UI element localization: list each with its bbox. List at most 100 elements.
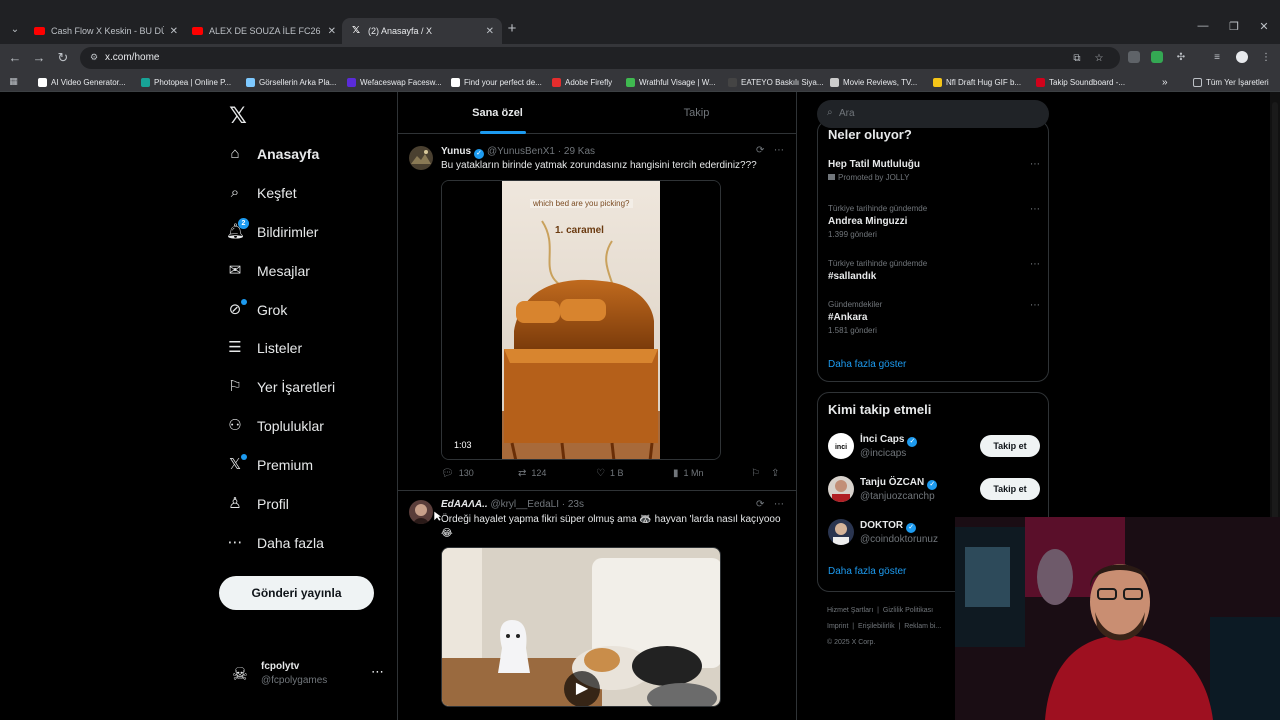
- bookmark-item[interactable]: Takip Soundboard -...: [1036, 75, 1125, 89]
- extensions-icon[interactable]: ✣: [1174, 51, 1188, 65]
- views-button[interactable]: ▮ 1 Mn: [673, 468, 704, 479]
- suggested-account[interactable]: Tanju ÖZCAN ✓ @tanjuozcanchp Takip et: [828, 476, 1040, 506]
- nav-item-communities[interactable]: ⚇ Topluluklar: [226, 411, 324, 441]
- back-icon[interactable]: ←: [6, 49, 24, 67]
- bookmark-item[interactable]: Görsellerin Arka Pla...: [246, 75, 336, 89]
- maximize-icon[interactable]: ❐: [1224, 20, 1244, 33]
- browser-tab-active[interactable]: 𝕏 (2) Anasayfa / X ✕: [342, 18, 502, 44]
- footer-link[interactable]: Hizmet Şartları: [827, 607, 873, 614]
- bookmark-button[interactable]: ⚐: [751, 468, 765, 479]
- tab-for-you[interactable]: Sana özel: [398, 92, 597, 134]
- trend-context: Türkiye tarihinde gündemde: [828, 259, 928, 268]
- nav-item-bookmarks[interactable]: ⚐ Yer İşaretleri: [226, 372, 335, 402]
- all-bookmarks-folder[interactable]: Tüm Yer İşaretleri: [1193, 75, 1269, 89]
- show-more-link[interactable]: Daha fazla göster: [828, 359, 906, 370]
- tweet[interactable]: EdAAɅA.. @kryl__EedaLI · 23s ⟳ ⋯ Ördeği …: [398, 492, 796, 720]
- menu-dots-icon[interactable]: ⋮: [1259, 51, 1273, 65]
- bookmark-item[interactable]: Photopea | Online P...: [141, 75, 231, 89]
- bookmark-item[interactable]: Find your perfect de...: [451, 75, 542, 89]
- suggested-account[interactable]: inci İnci Caps ✓ @incicaps Takip et: [828, 433, 1040, 463]
- nav-item-premium[interactable]: 𝕏 Premium: [226, 450, 313, 480]
- footer-link[interactable]: Gizlilik Politikası: [883, 607, 933, 614]
- reply-button[interactable]: 💬︎ 130: [441, 468, 474, 479]
- close-icon[interactable]: ✕: [486, 26, 494, 37]
- grok-analyze-icon[interactable]: ⟳: [756, 145, 764, 156]
- media-control-icon[interactable]: ≡: [1210, 51, 1224, 65]
- new-tab-icon[interactable]: +: [504, 21, 520, 37]
- browser-tab[interactable]: Cash Flow X Keskin - BU DÜZEN ✕: [26, 18, 186, 44]
- more-dots-icon[interactable]: ⋯: [774, 145, 784, 156]
- profile-avatar-icon[interactable]: [1236, 51, 1248, 63]
- avatar[interactable]: [409, 146, 433, 170]
- bookmark-item[interactable]: Wrathful Visage | W...: [626, 75, 715, 89]
- avatar[interactable]: [409, 500, 433, 524]
- green-extension-icon[interactable]: [1151, 51, 1163, 63]
- author-handle[interactable]: @YunusBenX1: [487, 146, 555, 157]
- bookmark-item[interactable]: AI Video Generator...: [38, 75, 126, 89]
- tab-following[interactable]: Takip: [597, 92, 796, 134]
- nav-item-messages[interactable]: ✉ Mesajlar: [226, 256, 310, 286]
- url-text[interactable]: x.com/home: [105, 52, 159, 63]
- more-dots-icon[interactable]: ⋯: [1030, 259, 1040, 270]
- nav-item-profile[interactable]: ♙ Profil: [226, 489, 289, 519]
- bookmark-item[interactable]: Nfl Draft Hug GIF b...: [933, 75, 1021, 89]
- forward-icon[interactable]: →: [30, 49, 48, 67]
- close-window-icon[interactable]: ✕: [1254, 20, 1274, 33]
- tab-search-icon[interactable]: ⌄: [6, 21, 24, 39]
- bookmark-item[interactable]: Adobe Firefly: [552, 75, 612, 89]
- star-icon[interactable]: ☆: [1092, 52, 1106, 66]
- more-dots-icon[interactable]: ⋯: [1030, 300, 1040, 311]
- more-dots-icon[interactable]: ⋯: [371, 664, 384, 680]
- search-input[interactable]: ⌕ Ara: [817, 100, 1049, 128]
- repost-button[interactable]: ⇄ 124: [518, 468, 546, 479]
- follow-button[interactable]: Takip et: [980, 435, 1040, 457]
- browser-tab[interactable]: ALEX DE SOUZA İLE FC26 KART ✕: [184, 18, 344, 44]
- more-dots-icon[interactable]: ⋯: [1030, 204, 1040, 215]
- tweet[interactable]: Yunus ✓ @YunusBenX1 · 29 Kas ⟳ ⋯ Bu yatakl…: [398, 134, 796, 491]
- nav-item-grok[interactable]: ⊘ Grok: [226, 295, 287, 325]
- nav-item-more[interactable]: ⋯ Daha fazla: [226, 528, 324, 558]
- more-dots-icon[interactable]: ⋯: [774, 499, 784, 510]
- footer-link[interactable]: Reklam bi...: [904, 623, 941, 630]
- minimize-icon[interactable]: —: [1193, 20, 1213, 32]
- account-switcher[interactable]: ☠ fcpolytv @fcpolygames ⋯: [228, 657, 388, 691]
- close-icon[interactable]: ✕: [170, 26, 178, 37]
- footer-link[interactable]: Erişilebilirlik: [858, 623, 895, 630]
- share-button[interactable]: ⇪: [771, 468, 784, 479]
- more-dots-icon[interactable]: ⋯: [1030, 159, 1040, 170]
- bookmark-item[interactable]: EATEYO Baskılı Siya...: [728, 75, 824, 89]
- bookmark-item[interactable]: Wefaceswap Facesw...: [347, 75, 442, 89]
- shield-extension-icon[interactable]: [1128, 51, 1140, 63]
- nav-item-notifications[interactable]: 🔔︎ 2 Bildirimler: [226, 217, 318, 247]
- show-more-link[interactable]: Daha fazla göster: [828, 566, 906, 577]
- tweet-time[interactable]: 29 Kas: [564, 146, 595, 157]
- apps-grid-icon[interactable]: ▦: [8, 76, 19, 87]
- author-name[interactable]: Yunus: [441, 146, 471, 157]
- author-name[interactable]: EdAAɅA..: [441, 499, 488, 510]
- tweet-video[interactable]: which bed are you picking? 1. caramel 1:…: [441, 180, 721, 460]
- grok-analyze-icon[interactable]: ⟳: [756, 499, 764, 510]
- address-bar[interactable]: ⚙ x.com/home ⧉ ☆: [80, 47, 1120, 69]
- nav-item-home[interactable]: ⌂ Anasayfa: [226, 139, 319, 169]
- tweet-time[interactable]: 23s: [568, 499, 584, 510]
- bookmarks-overflow-icon[interactable]: »: [1162, 75, 1168, 89]
- close-icon[interactable]: ✕: [328, 26, 336, 37]
- reload-icon[interactable]: ↻: [54, 49, 72, 67]
- trend-item[interactable]: Türkiye tarihinde gündemde #sallandık ⋯: [828, 259, 1040, 282]
- post-button[interactable]: Gönderi yayınla: [219, 576, 374, 610]
- author-handle[interactable]: @kryl__EedaLI: [490, 499, 559, 510]
- trend-item[interactable]: Türkiye tarihinde gündemde Andrea Minguz…: [828, 204, 1040, 239]
- footer-link[interactable]: Imprint: [827, 623, 848, 630]
- x-logo-icon[interactable]: 𝕏: [226, 104, 250, 128]
- tweet-video[interactable]: ▶: [441, 547, 721, 707]
- like-button[interactable]: ♡ 1 B: [596, 468, 623, 479]
- follow-button[interactable]: Takip et: [980, 478, 1040, 500]
- trend-item[interactable]: Hep Tatil Mutluluğu Promoted by JOLLY ⋯: [828, 159, 1040, 182]
- play-icon[interactable]: ▶: [564, 671, 600, 706]
- nav-item-explore[interactable]: ⌕ Keşfet: [226, 178, 297, 208]
- nav-item-lists[interactable]: ☰ Listeler: [226, 333, 302, 363]
- trend-item[interactable]: Gündemdekiler #Ankara 1.581 gönderi ⋯: [828, 300, 1040, 335]
- install-app-icon[interactable]: ⧉: [1070, 52, 1084, 66]
- site-info-icon[interactable]: ⚙: [88, 51, 100, 63]
- bookmark-item[interactable]: Movie Reviews, TV...: [830, 75, 917, 89]
